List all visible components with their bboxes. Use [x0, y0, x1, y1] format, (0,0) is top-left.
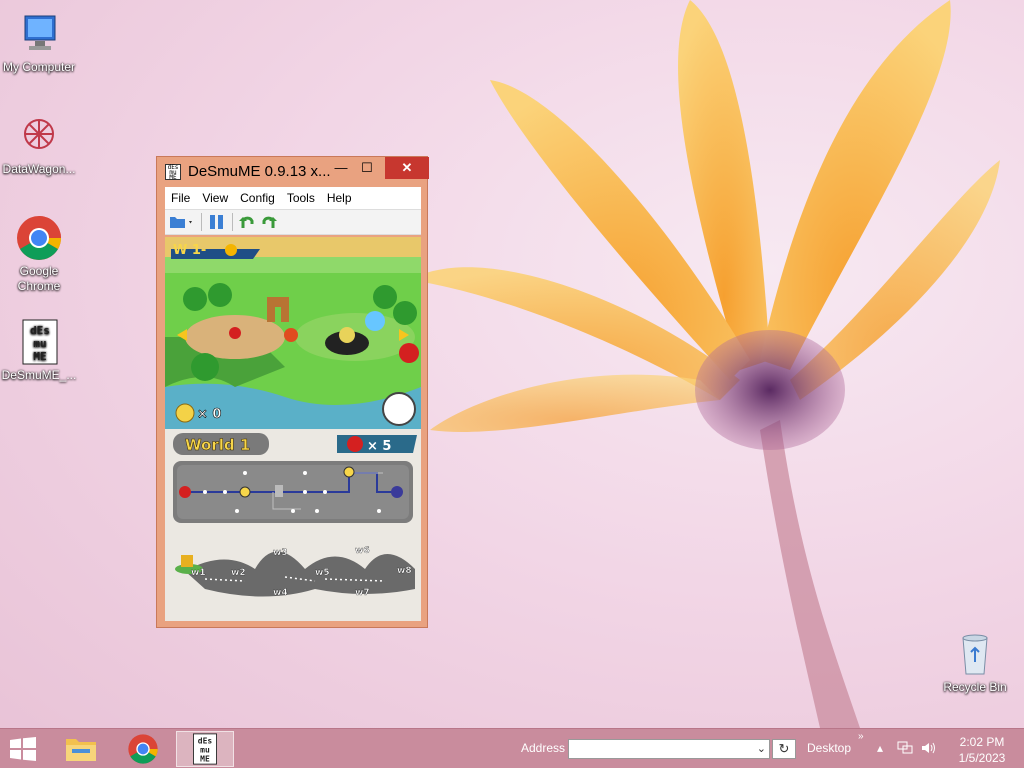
desmume-icon: dEsmuME: [15, 318, 63, 366]
toolbar-separator: [201, 213, 202, 231]
network-icon[interactable]: [897, 741, 913, 758]
desktop-icon-datawagon[interactable]: DataWagon...: [0, 112, 78, 177]
desktop-icon-desmume[interactable]: dEs mu ME DeSmuME_...: [0, 318, 78, 383]
world-node-w6[interactable]: w6: [355, 546, 370, 556]
menu-file[interactable]: File: [165, 191, 196, 205]
refresh-icon: ↻: [778, 741, 790, 756]
svg-text:ME: ME: [33, 350, 46, 363]
rotate-left-icon: [239, 216, 254, 228]
chevron-down-icon[interactable]: ⌄: [757, 742, 766, 755]
desktop-icon-google-chrome[interactable]: Google Chrome: [0, 214, 78, 294]
taskbar-chrome[interactable]: [114, 731, 172, 767]
chrome-icon: [15, 214, 63, 262]
menu-tools[interactable]: Tools: [281, 191, 321, 205]
start-button[interactable]: [8, 737, 38, 761]
world-node-w3[interactable]: w3: [273, 548, 288, 558]
desktop-icon-label: My Computer: [2, 60, 76, 74]
minimize-button[interactable]: —: [327, 157, 355, 179]
desktop-icon-my-computer[interactable]: My Computer: [0, 10, 78, 75]
address-toolbar-label: Address: [521, 741, 566, 755]
desktop-icon-label: DeSmuME_...: [1, 368, 77, 382]
title-bar[interactable]: dEs mu ME DeSmuME 0.9.13 x... — ☐ ✕: [157, 157, 429, 187]
world-node-w4[interactable]: w4: [273, 588, 288, 598]
taskbar: dEs mu ME Address ⌄ ↻ Desktop » ▴ 2:02 PM …: [0, 728, 1024, 768]
wallpaper-flower: [410, 0, 1000, 728]
svg-text:mu: mu: [200, 746, 210, 755]
ds-top-screen[interactable]: W 1- × 0: [165, 237, 421, 429]
world-node-w1[interactable]: w1: [191, 568, 206, 578]
desmume-icon: dEsmuME: [193, 733, 217, 765]
taskbar-file-explorer[interactable]: [52, 731, 110, 767]
windows-logo-icon: [10, 737, 36, 761]
menu-view[interactable]: View: [196, 191, 234, 205]
pause-button[interactable]: [208, 213, 226, 231]
level-label: W 1-: [173, 243, 206, 258]
computer-icon: [15, 10, 63, 58]
world-label: World 1: [185, 436, 250, 454]
lives-count: × 5: [367, 439, 391, 454]
clock-date: 1/5/2023: [958, 751, 1006, 765]
menu-config[interactable]: Config: [234, 191, 281, 205]
datawagon-icon: [15, 112, 63, 160]
chrome-icon: [128, 734, 158, 764]
address-input[interactable]: ⌄: [568, 739, 770, 759]
rotate-right-icon: [262, 216, 277, 228]
coin-count: × 0: [197, 407, 221, 422]
world-node-w7[interactable]: w7: [355, 588, 370, 598]
desktop-icon-recycle-bin[interactable]: Recycle Bin: [936, 630, 1014, 695]
rotate-right-button[interactable]: [261, 213, 277, 231]
toolbar-overflow-button[interactable]: »: [858, 731, 864, 742]
desktop-icon-label: DataWagon...: [2, 162, 76, 176]
desmume-app-icon[interactable]: dEs mu ME: [165, 164, 181, 181]
refresh-button[interactable]: ↻: [772, 739, 796, 759]
toolbar: [165, 209, 421, 235]
show-hidden-icons-button[interactable]: ▴: [877, 741, 883, 755]
world-node-w5[interactable]: w5: [315, 568, 330, 578]
open-rom-button[interactable]: [169, 213, 195, 231]
rotate-left-button[interactable]: [239, 213, 255, 231]
maximize-button[interactable]: ☐: [353, 157, 381, 179]
svg-text:dEs: dEs: [198, 737, 213, 746]
menu-help[interactable]: Help: [321, 191, 358, 205]
svg-text:dEs: dEs: [30, 324, 50, 337]
folder-icon: [66, 739, 96, 761]
taskbar-desmume[interactable]: dEs mu ME: [176, 731, 234, 767]
svg-text:mu: mu: [33, 337, 46, 350]
close-button[interactable]: ✕: [385, 157, 429, 179]
desktop-icon-label: Google Chrome: [17, 264, 61, 293]
system-clock[interactable]: 2:02 PM 1/5/2023: [950, 734, 1014, 766]
clock-time: 2:02 PM: [959, 735, 1005, 749]
world-node-w2[interactable]: w2: [231, 568, 246, 578]
window-title: DeSmuME 0.9.13 x...: [188, 163, 331, 180]
desktop-toolbar-label[interactable]: Desktop: [807, 741, 851, 755]
folder-icon: [170, 217, 192, 228]
svg-text:ME: ME: [200, 754, 210, 763]
menu-bar: File View Config Tools Help: [165, 187, 421, 209]
recycle-bin-icon: [951, 630, 999, 678]
world-node-w8[interactable]: w8: [397, 566, 412, 576]
pause-icon: [210, 215, 223, 229]
volume-icon[interactable]: [921, 741, 937, 758]
ds-bottom-screen[interactable]: World 1 × 5 w1 w2 w3 w4 w5 w6 w7 w8: [165, 429, 421, 621]
toolbar-separator: [232, 213, 233, 231]
desktop-icon-label: Recycle Bin: [943, 680, 1007, 694]
desmume-window[interactable]: dEs mu ME DeSmuME 0.9.13 x... — ☐ ✕ File V…: [156, 156, 429, 628]
